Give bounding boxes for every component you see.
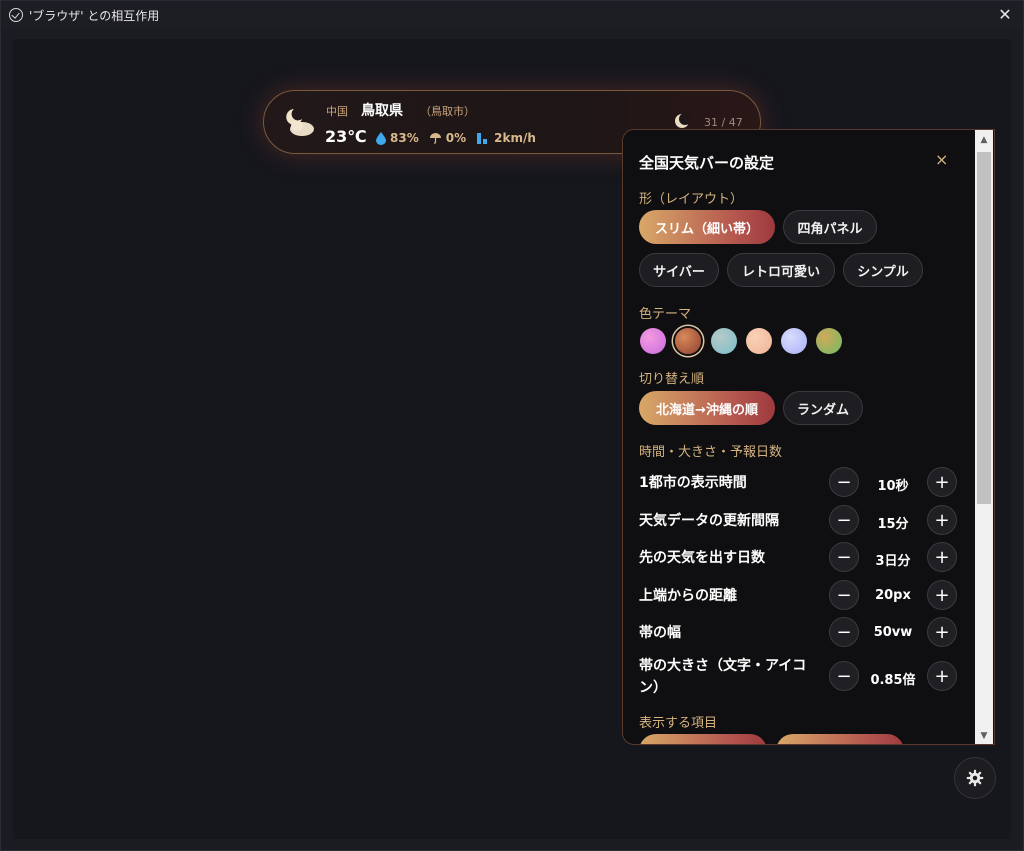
wind-value: 2km/h: [494, 131, 536, 145]
row-label-bar-scale: 帯の大きさ（文字・アイコン）: [639, 658, 807, 696]
theme-swatch-olive[interactable]: [816, 328, 842, 354]
umbrella-icon: [429, 133, 441, 144]
layout-retro-button[interactable]: レトロ可愛い: [727, 253, 835, 287]
layout-section-label: 形（レイアウト）: [639, 192, 744, 207]
layout-cyber-button[interactable]: サイバー: [639, 253, 719, 287]
row-label-update-interval: 天気データの更新間隔: [639, 513, 779, 529]
settings-scrollbar[interactable]: ▲ ▼: [975, 130, 993, 744]
temperature: 23℃: [325, 127, 367, 146]
settings-close-button[interactable]: ×: [935, 150, 948, 169]
bar-width-minus-button[interactable]: −: [829, 617, 859, 647]
scroll-down-arrow-icon[interactable]: ▼: [975, 728, 993, 744]
top-offset-plus-button[interactable]: +: [927, 580, 957, 610]
humidity-value: 83%: [390, 131, 419, 145]
bar-scale-minus-button[interactable]: −: [829, 661, 859, 691]
forecast-days-plus-button[interactable]: +: [927, 542, 957, 572]
theme-swatch-lavender[interactable]: [781, 328, 807, 354]
item-chip-1[interactable]: [639, 734, 767, 744]
scroll-up-arrow-icon[interactable]: ▲: [975, 132, 993, 148]
update-interval-value: 15分: [877, 517, 909, 532]
update-interval-plus-button[interactable]: +: [927, 505, 957, 535]
row-label-bar-width: 帯の幅: [639, 625, 681, 641]
theme-swatch-brown[interactable]: [675, 328, 701, 354]
settings-panel: 全国天気バーの設定 × 形（レイアウト） スリム（細い帯） 四角パネル サイバー…: [622, 129, 995, 745]
theme-swatch-teal[interactable]: [711, 328, 737, 354]
wind-stat: 2km/h: [476, 131, 536, 145]
order-random-button[interactable]: ランダム: [783, 391, 863, 425]
droplet-icon: [376, 131, 386, 145]
app-window: 'ブラウザ' との相互作用 ✕ 中国 鳥取県 （鳥取市） 23℃ 83% 0% …: [0, 0, 1024, 851]
theme-swatch-pink[interactable]: [640, 328, 666, 354]
app-logo-icon: [9, 8, 23, 22]
top-offset-minus-button[interactable]: −: [829, 580, 859, 610]
window-close-button[interactable]: ✕: [995, 5, 1015, 25]
theme-swatch-peach[interactable]: [746, 328, 772, 354]
scrollbar-thumb[interactable]: [977, 152, 991, 504]
theme-section-label: 色テーマ: [639, 307, 692, 322]
row-label-display-time: 1都市の表示時間: [639, 475, 747, 491]
humidity-stat: 83%: [376, 131, 419, 145]
bar-scale-value: 0.85倍: [870, 673, 916, 688]
precipitation-value: 0%: [445, 131, 467, 145]
items-section-label: 表示する項目: [639, 716, 718, 731]
prefecture-name: 鳥取県: [361, 103, 403, 119]
layout-panel-button[interactable]: 四角パネル: [783, 210, 877, 244]
moon-icon: [675, 113, 690, 128]
forecast-days-value: 3日分: [875, 554, 911, 569]
city-counter: 31 / 47: [704, 116, 743, 129]
precipitation-stat: 0%: [429, 131, 466, 145]
window-title: 'ブラウザ' との相互作用: [29, 8, 160, 23]
display-time-minus-button[interactable]: −: [829, 467, 859, 497]
bar-scale-plus-button[interactable]: +: [927, 661, 957, 691]
bar-width-plus-button[interactable]: +: [927, 617, 957, 647]
settings-title: 全国天気バーの設定: [639, 154, 775, 172]
settings-content: 全国天気バーの設定 × 形（レイアウト） スリム（細い帯） 四角パネル サイバー…: [623, 130, 975, 744]
settings-gear-button[interactable]: [954, 757, 996, 799]
bar-width-value: 50vw: [873, 625, 913, 640]
row-label-top-offset: 上端からの距離: [639, 588, 737, 604]
gear-icon: [966, 769, 984, 787]
region-label: 中国: [326, 105, 348, 118]
top-offset-value: 20px: [875, 588, 911, 603]
night-cloudy-icon: [286, 109, 314, 136]
display-time-value: 10秒: [877, 479, 909, 494]
forecast-days-minus-button[interactable]: −: [829, 542, 859, 572]
city-name: （鳥取市）: [420, 105, 475, 118]
order-north-south-button[interactable]: 北海道→沖縄の順: [639, 391, 775, 425]
display-time-plus-button[interactable]: +: [927, 467, 957, 497]
title-bar: 'ブラウザ' との相互作用 ✕: [1, 1, 1023, 29]
timing-section-label: 時間・大きさ・予報日数: [639, 445, 783, 460]
update-interval-minus-button[interactable]: −: [829, 505, 859, 535]
order-section-label: 切り替え順: [639, 372, 705, 387]
row-label-forecast-days: 先の天気を出す日数: [639, 550, 765, 566]
layout-simple-button[interactable]: シンプル: [843, 253, 923, 287]
item-chip-2[interactable]: [776, 734, 904, 744]
wind-icon: [477, 132, 488, 144]
weather-stats: 83% 0% 2km/h: [376, 131, 536, 145]
layout-slim-button[interactable]: スリム（細い帯）: [639, 210, 775, 244]
